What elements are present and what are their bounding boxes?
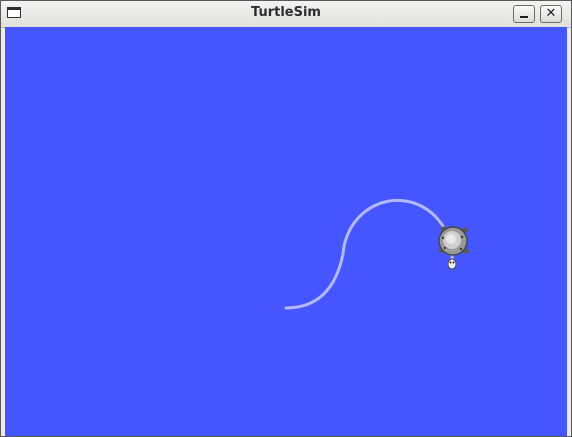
minimize-icon	[520, 16, 528, 18]
turtle-icon	[438, 226, 470, 270]
window-title: TurtleSim	[251, 5, 321, 20]
turtlesim-window: TurtleSim ✕	[0, 0, 572, 437]
title-bar[interactable]: TurtleSim ✕	[1, 1, 571, 28]
drawing-surface	[284, 198, 470, 310]
pen-trail	[284, 198, 454, 310]
close-button[interactable]: ✕	[540, 5, 562, 23]
turtle-canvas	[5, 27, 567, 436]
minimize-button[interactable]	[513, 5, 535, 23]
close-icon: ✕	[545, 6, 557, 21]
